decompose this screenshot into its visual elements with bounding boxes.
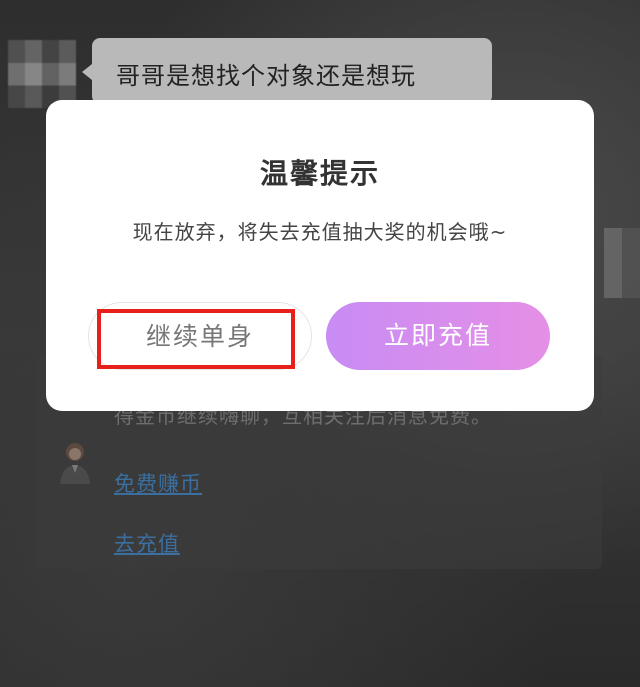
annotation-highlight-box <box>97 309 295 369</box>
app-screen: 哥哥是想找个对象还是想玩 得金币继续嗨聊，互相关注后消息免费。 免费赚币 去充值… <box>0 0 640 687</box>
agent-avatar-icon <box>60 443 90 484</box>
sender-avatar-icon <box>8 40 76 108</box>
recharge-link[interactable]: 去充值 <box>114 528 180 558</box>
chat-message-bubble: 哥哥是想找个对象还是想玩 <box>82 38 492 104</box>
blurred-avatar-right <box>604 228 640 298</box>
dialog-title: 温馨提示 <box>259 157 380 190</box>
earn-coins-link[interactable]: 免费赚币 <box>114 468 202 498</box>
dialog-message: 现在放弃，将失去充值抽大奖的机会哦~ <box>132 220 508 244</box>
recharge-now-button[interactable]: 立即充值 <box>326 302 550 370</box>
